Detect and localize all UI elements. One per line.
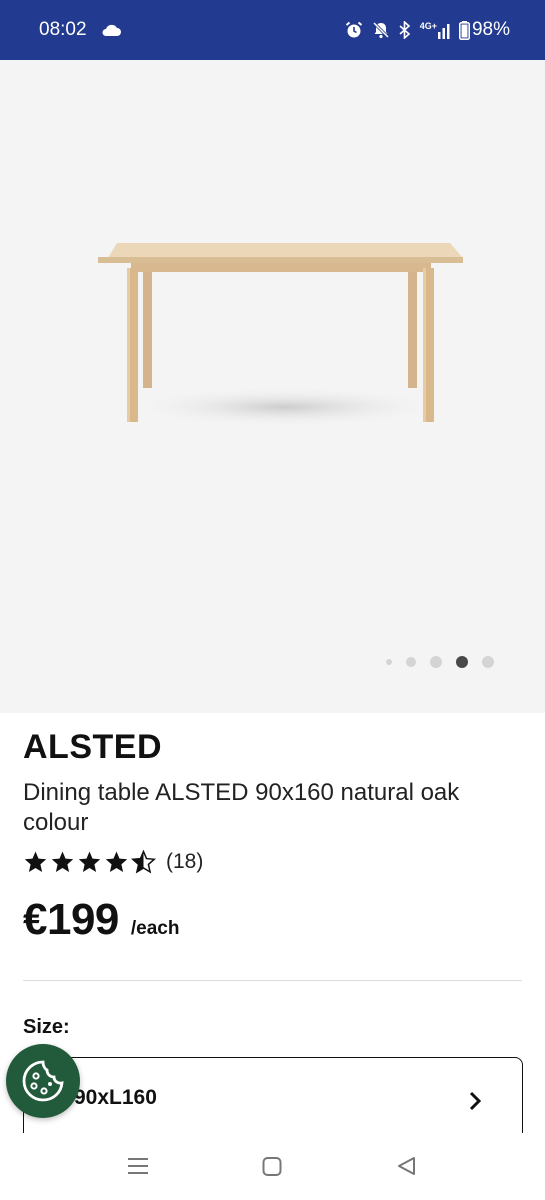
divider xyxy=(23,980,522,981)
back-icon[interactable] xyxy=(396,1155,416,1177)
chevron-right-icon xyxy=(469,1091,482,1111)
battery: 98% xyxy=(458,19,510,41)
battery-level: 98% xyxy=(471,19,510,40)
home-icon[interactable] xyxy=(262,1155,282,1177)
status-icons: 4G+ 98% xyxy=(345,19,510,41)
gallery-dot[interactable] xyxy=(430,656,442,668)
gallery-dot-active[interactable] xyxy=(456,656,468,668)
gallery-dot[interactable] xyxy=(482,656,494,668)
cookie-icon xyxy=(22,1060,64,1102)
size-label: Size: xyxy=(23,1016,70,1038)
size-value: 90xL160 xyxy=(74,1086,157,1109)
recents-icon[interactable] xyxy=(127,1155,149,1177)
mute-icon xyxy=(372,21,389,39)
product-image-gallery[interactable] xyxy=(0,60,545,713)
status-time: 08:02 xyxy=(39,19,87,40)
alarm-icon xyxy=(345,21,362,38)
star-full-icon xyxy=(51,851,74,872)
product-rating[interactable]: (18) xyxy=(23,850,203,874)
cloud-icon xyxy=(102,24,121,36)
product-name: ALSTED xyxy=(23,728,162,766)
rating-count: (18) xyxy=(166,850,204,873)
price-unit: /each xyxy=(130,918,180,939)
star-full-icon xyxy=(24,851,47,872)
price-row: €199 /each xyxy=(23,895,179,945)
bluetooth-icon xyxy=(399,21,410,39)
star-full-icon xyxy=(105,851,128,872)
star-half-icon xyxy=(131,850,156,874)
product-description: Dining table ALSTED 90x160 natural oak c… xyxy=(23,779,460,836)
signal-icon xyxy=(437,23,450,39)
cookie-settings-button[interactable] xyxy=(6,1044,80,1118)
star-full-icon xyxy=(78,851,101,872)
status-bar: 08:02 4G+ 98% xyxy=(0,0,545,60)
gallery-dot[interactable] xyxy=(386,659,392,665)
product-image xyxy=(98,243,463,427)
network-type: 4G+ xyxy=(419,20,437,31)
network-signal: 4G+ xyxy=(419,20,450,39)
product-price: €199 xyxy=(23,895,119,944)
gallery-pagination xyxy=(386,656,494,668)
gallery-dot[interactable] xyxy=(406,657,416,667)
system-nav-bar xyxy=(0,1133,545,1200)
rating-stars xyxy=(23,850,156,874)
battery-icon xyxy=(458,20,470,40)
